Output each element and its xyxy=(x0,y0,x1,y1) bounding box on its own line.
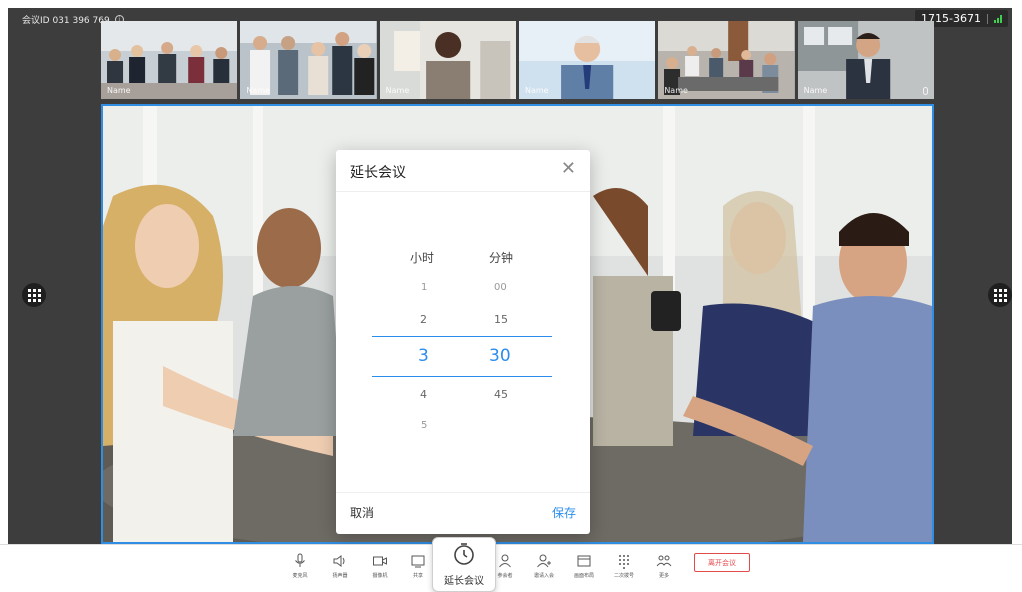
speaker-icon xyxy=(333,555,345,567)
divider xyxy=(336,191,590,192)
invite-button[interactable]: 邀请入会 xyxy=(526,553,562,579)
layout-button[interactable]: 画面布局 xyxy=(566,553,602,579)
save-button[interactable]: 保存 xyxy=(552,504,576,521)
meeting-window: 会议ID 031 396 769 i 1715-3671 Name Name N… xyxy=(0,0,1022,592)
toolbar-label: 共享 xyxy=(412,573,423,579)
toolbar-label: 邀请入会 xyxy=(533,573,554,579)
meeting-id: 会议ID 031 396 769 xyxy=(22,16,110,26)
dialog-title: 延长会议 xyxy=(350,165,406,181)
left-grid-button[interactable] xyxy=(22,283,46,307)
extend-meeting-label: 延长会议 xyxy=(444,576,484,587)
participant-thumbnail[interactable]: Name xyxy=(240,21,377,99)
share-button[interactable]: 共享 xyxy=(400,553,436,579)
participant-name: Name xyxy=(664,86,688,95)
speaker-button[interactable]: 扬声器 xyxy=(322,553,358,579)
bottom-toolbar: 麦克风 扬声器 摄像机 共享 参会者 邀请入会 画面布局 二次拨号 更多 xyxy=(0,544,1022,592)
toolbar-label: 更多 xyxy=(658,573,669,579)
toolbar-label: 画面布局 xyxy=(573,573,594,579)
participant-name: Name xyxy=(107,86,131,95)
close-icon[interactable]: ✕ xyxy=(561,160,576,178)
leave-meeting-button[interactable]: 离开会议 xyxy=(694,553,750,572)
grid-icon xyxy=(993,288,1007,302)
hour-option[interactable]: 5 xyxy=(421,420,427,431)
participant-thumbnail[interactable]: Name xyxy=(379,21,516,99)
hour-option[interactable]: 4 xyxy=(420,388,427,401)
participant-thumbnail[interactable]: Name xyxy=(797,21,934,99)
minute-option[interactable]: 15 xyxy=(494,313,508,326)
divider xyxy=(987,13,988,24)
invite-icon xyxy=(537,554,551,568)
timer-icon xyxy=(454,543,474,565)
extend-meeting-dialog: 延长会议 ✕ 小时 分钟 1 2 3 4 5 00 15 30 45 取消 保存 xyxy=(336,150,590,534)
share-icon xyxy=(411,555,425,568)
camera-button[interactable]: 摄像机 xyxy=(362,553,398,579)
more-button[interactable]: 更多 xyxy=(646,553,682,579)
participant-thumbnail[interactable]: Name xyxy=(518,21,656,99)
dialpad-button[interactable]: 二次拨号 xyxy=(606,553,642,579)
microphone-icon xyxy=(295,553,305,567)
hour-option[interactable]: 1 xyxy=(421,282,427,293)
participant-name: Name xyxy=(524,86,549,95)
participant-name: Name xyxy=(246,86,270,95)
hour-option[interactable]: 2 xyxy=(420,313,427,326)
toolbar-label: 扬声器 xyxy=(332,573,348,579)
participant-name: Name xyxy=(803,86,828,95)
toolbar-label: 摄像机 xyxy=(372,573,388,579)
extend-meeting-button[interactable]: 延长会议 xyxy=(432,537,496,592)
participant-thumbnails: Name Name Name Name Name Name xyxy=(101,21,934,99)
participants-icon xyxy=(499,554,511,568)
picker-selection-line xyxy=(372,376,552,377)
layout-icon xyxy=(577,555,591,567)
signal-icon xyxy=(994,14,1002,23)
dialpad-icon xyxy=(619,555,629,569)
toolbar-label: 二次拨号 xyxy=(613,573,634,579)
camera-icon xyxy=(373,556,387,566)
picker-selection-line xyxy=(372,336,552,337)
selected-hour[interactable]: 3 xyxy=(418,346,429,366)
participant-thumbnail[interactable]: Name xyxy=(101,21,238,99)
cancel-button[interactable]: 取消 xyxy=(350,504,374,521)
toolbar-label: 参会者 xyxy=(497,573,513,579)
selected-minute[interactable]: 30 xyxy=(489,346,511,366)
participant-thumbnail[interactable]: Name xyxy=(658,21,795,99)
hour-column-header: 小时 xyxy=(410,251,435,265)
grid-icon xyxy=(27,288,41,302)
microphone-button[interactable]: 麦克风 xyxy=(282,553,318,579)
divider xyxy=(336,492,590,493)
microphone-icon xyxy=(922,87,928,95)
participant-name: Name xyxy=(385,86,410,95)
toolbar-label: 麦克风 xyxy=(292,573,308,579)
minute-option[interactable]: 00 xyxy=(494,282,507,293)
more-icon xyxy=(656,555,672,567)
minute-column-header: 分钟 xyxy=(489,251,514,265)
right-grid-button[interactable] xyxy=(988,283,1012,307)
minute-option[interactable]: 45 xyxy=(494,388,508,401)
